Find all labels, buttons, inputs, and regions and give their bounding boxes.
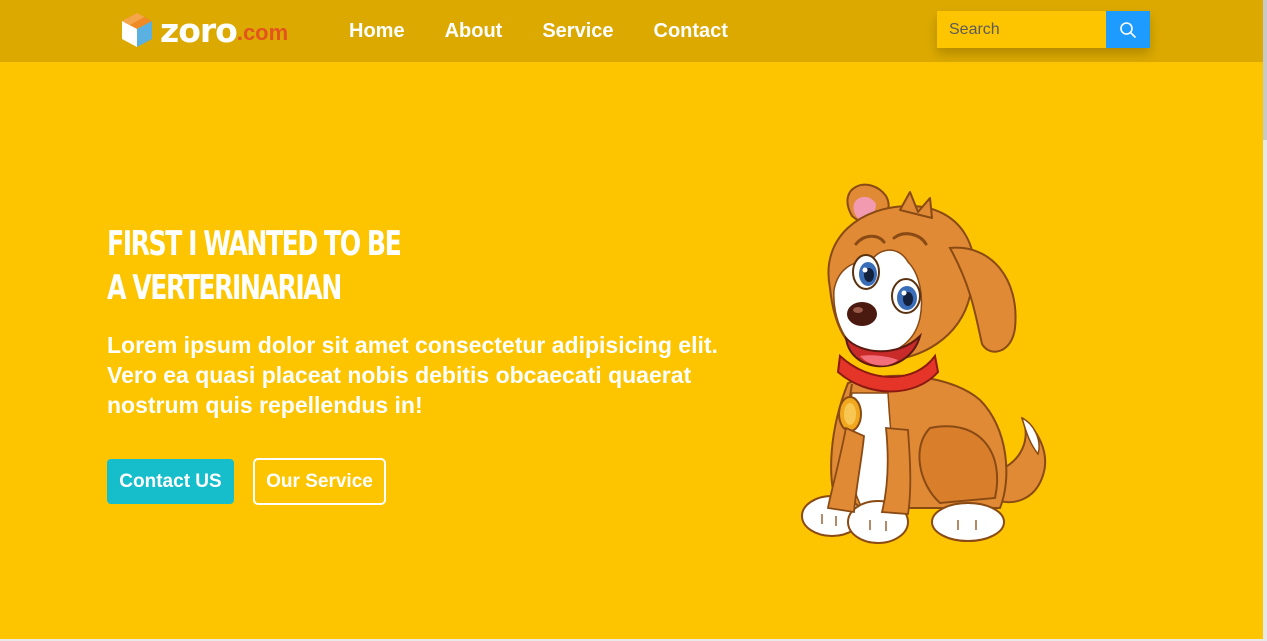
page-scrollbar[interactable] [1263, 0, 1267, 641]
nav-about[interactable]: About [445, 20, 503, 43]
our-service-button[interactable]: Our Service [253, 458, 386, 505]
navbar: zoro .com Home About Service Contact [0, 0, 1263, 62]
search-input[interactable] [937, 11, 1106, 48]
logo[interactable]: zoro .com [120, 10, 288, 50]
hero-title-line-1: FIRST I WANTED TO BE [107, 224, 402, 264]
hero-title: FIRST I WANTED TO BE A VERTERINARIAN [107, 222, 402, 310]
search-button[interactable] [1106, 11, 1150, 48]
nav-service[interactable]: Service [542, 20, 613, 43]
cartoon-dog-illustration [801, 183, 1047, 544]
hero-title-line-2: A VERTERINARIAN [107, 268, 342, 308]
nav-home[interactable]: Home [349, 20, 405, 43]
main-nav: Home About Service Contact [349, 0, 768, 62]
hero-description: Lorem ipsum dolor sit amet consectetur a… [107, 332, 718, 418]
nav-contact[interactable]: Contact [654, 20, 728, 43]
contact-us-button[interactable]: Contact US [107, 459, 234, 504]
logo-suffix: .com [236, 20, 289, 45]
scrollbar-thumb[interactable] [1263, 0, 1267, 140]
search-icon [1120, 21, 1136, 38]
logo-text: zoro [160, 10, 238, 50]
search-box [937, 11, 1150, 48]
cube-logo-icon [122, 13, 152, 47]
